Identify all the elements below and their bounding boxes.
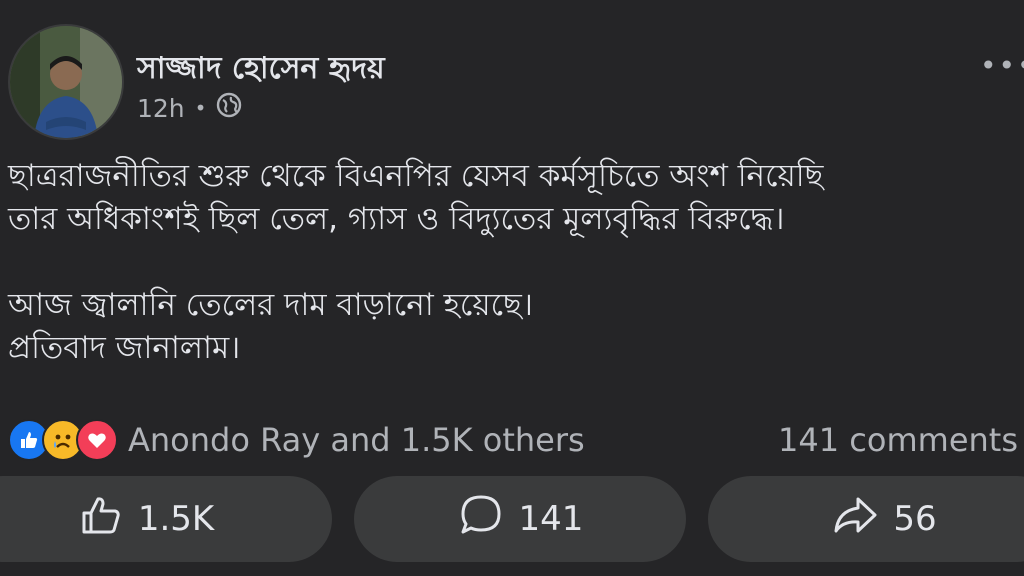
more-options-button[interactable]: ••• bbox=[980, 52, 1024, 80]
action-bar: 1.5K 141 56 bbox=[0, 476, 1024, 562]
reaction-icons[interactable] bbox=[8, 419, 118, 461]
thumbs-up-icon bbox=[78, 492, 124, 547]
comment-icon bbox=[457, 491, 505, 548]
like-button[interactable]: 1.5K bbox=[0, 476, 332, 562]
share-button[interactable]: 56 bbox=[708, 476, 1024, 562]
post-line: ছাত্ররাজনীতির শুরু থেকে বিএনপির যেসব কর্… bbox=[8, 158, 824, 194]
comment-button[interactable]: 141 bbox=[354, 476, 686, 562]
share-count: 56 bbox=[893, 499, 937, 539]
comment-count: 141 bbox=[518, 499, 584, 539]
meta-separator: • bbox=[194, 96, 207, 120]
globe-icon[interactable] bbox=[216, 92, 242, 124]
like-count: 1.5K bbox=[137, 499, 215, 539]
post-line-break bbox=[8, 241, 1008, 284]
post-body: ছাত্ররাজনীতির শুরু থেকে বিএনপির যেসব কর্… bbox=[8, 155, 1008, 370]
reactions-bar: Anondo Ray and 1.5K others 141 comments bbox=[8, 415, 1018, 465]
love-reaction-icon bbox=[76, 419, 118, 461]
post-line: প্রতিবাদ জানালাম। bbox=[8, 330, 241, 366]
post-line: আজ জ্বালানি তেলের দাম বাড়ানো হয়েছে। bbox=[8, 287, 533, 323]
post-time[interactable]: 12h bbox=[137, 94, 185, 123]
comments-count-link[interactable]: 141 comments bbox=[778, 421, 1018, 459]
avatar-photo bbox=[10, 26, 122, 138]
reactions-summary[interactable]: Anondo Ray and 1.5K others bbox=[128, 421, 585, 459]
author-avatar[interactable] bbox=[8, 24, 124, 140]
share-arrow-icon bbox=[831, 491, 879, 548]
post-line: তার অধিকাংশই ছিল তেল, গ্যাস ও বিদ্যুতের … bbox=[8, 201, 785, 237]
post-meta: 12h • bbox=[137, 92, 242, 124]
author-name[interactable]: সাজ্জাদ হোসেন হৃদয় bbox=[137, 44, 385, 95]
